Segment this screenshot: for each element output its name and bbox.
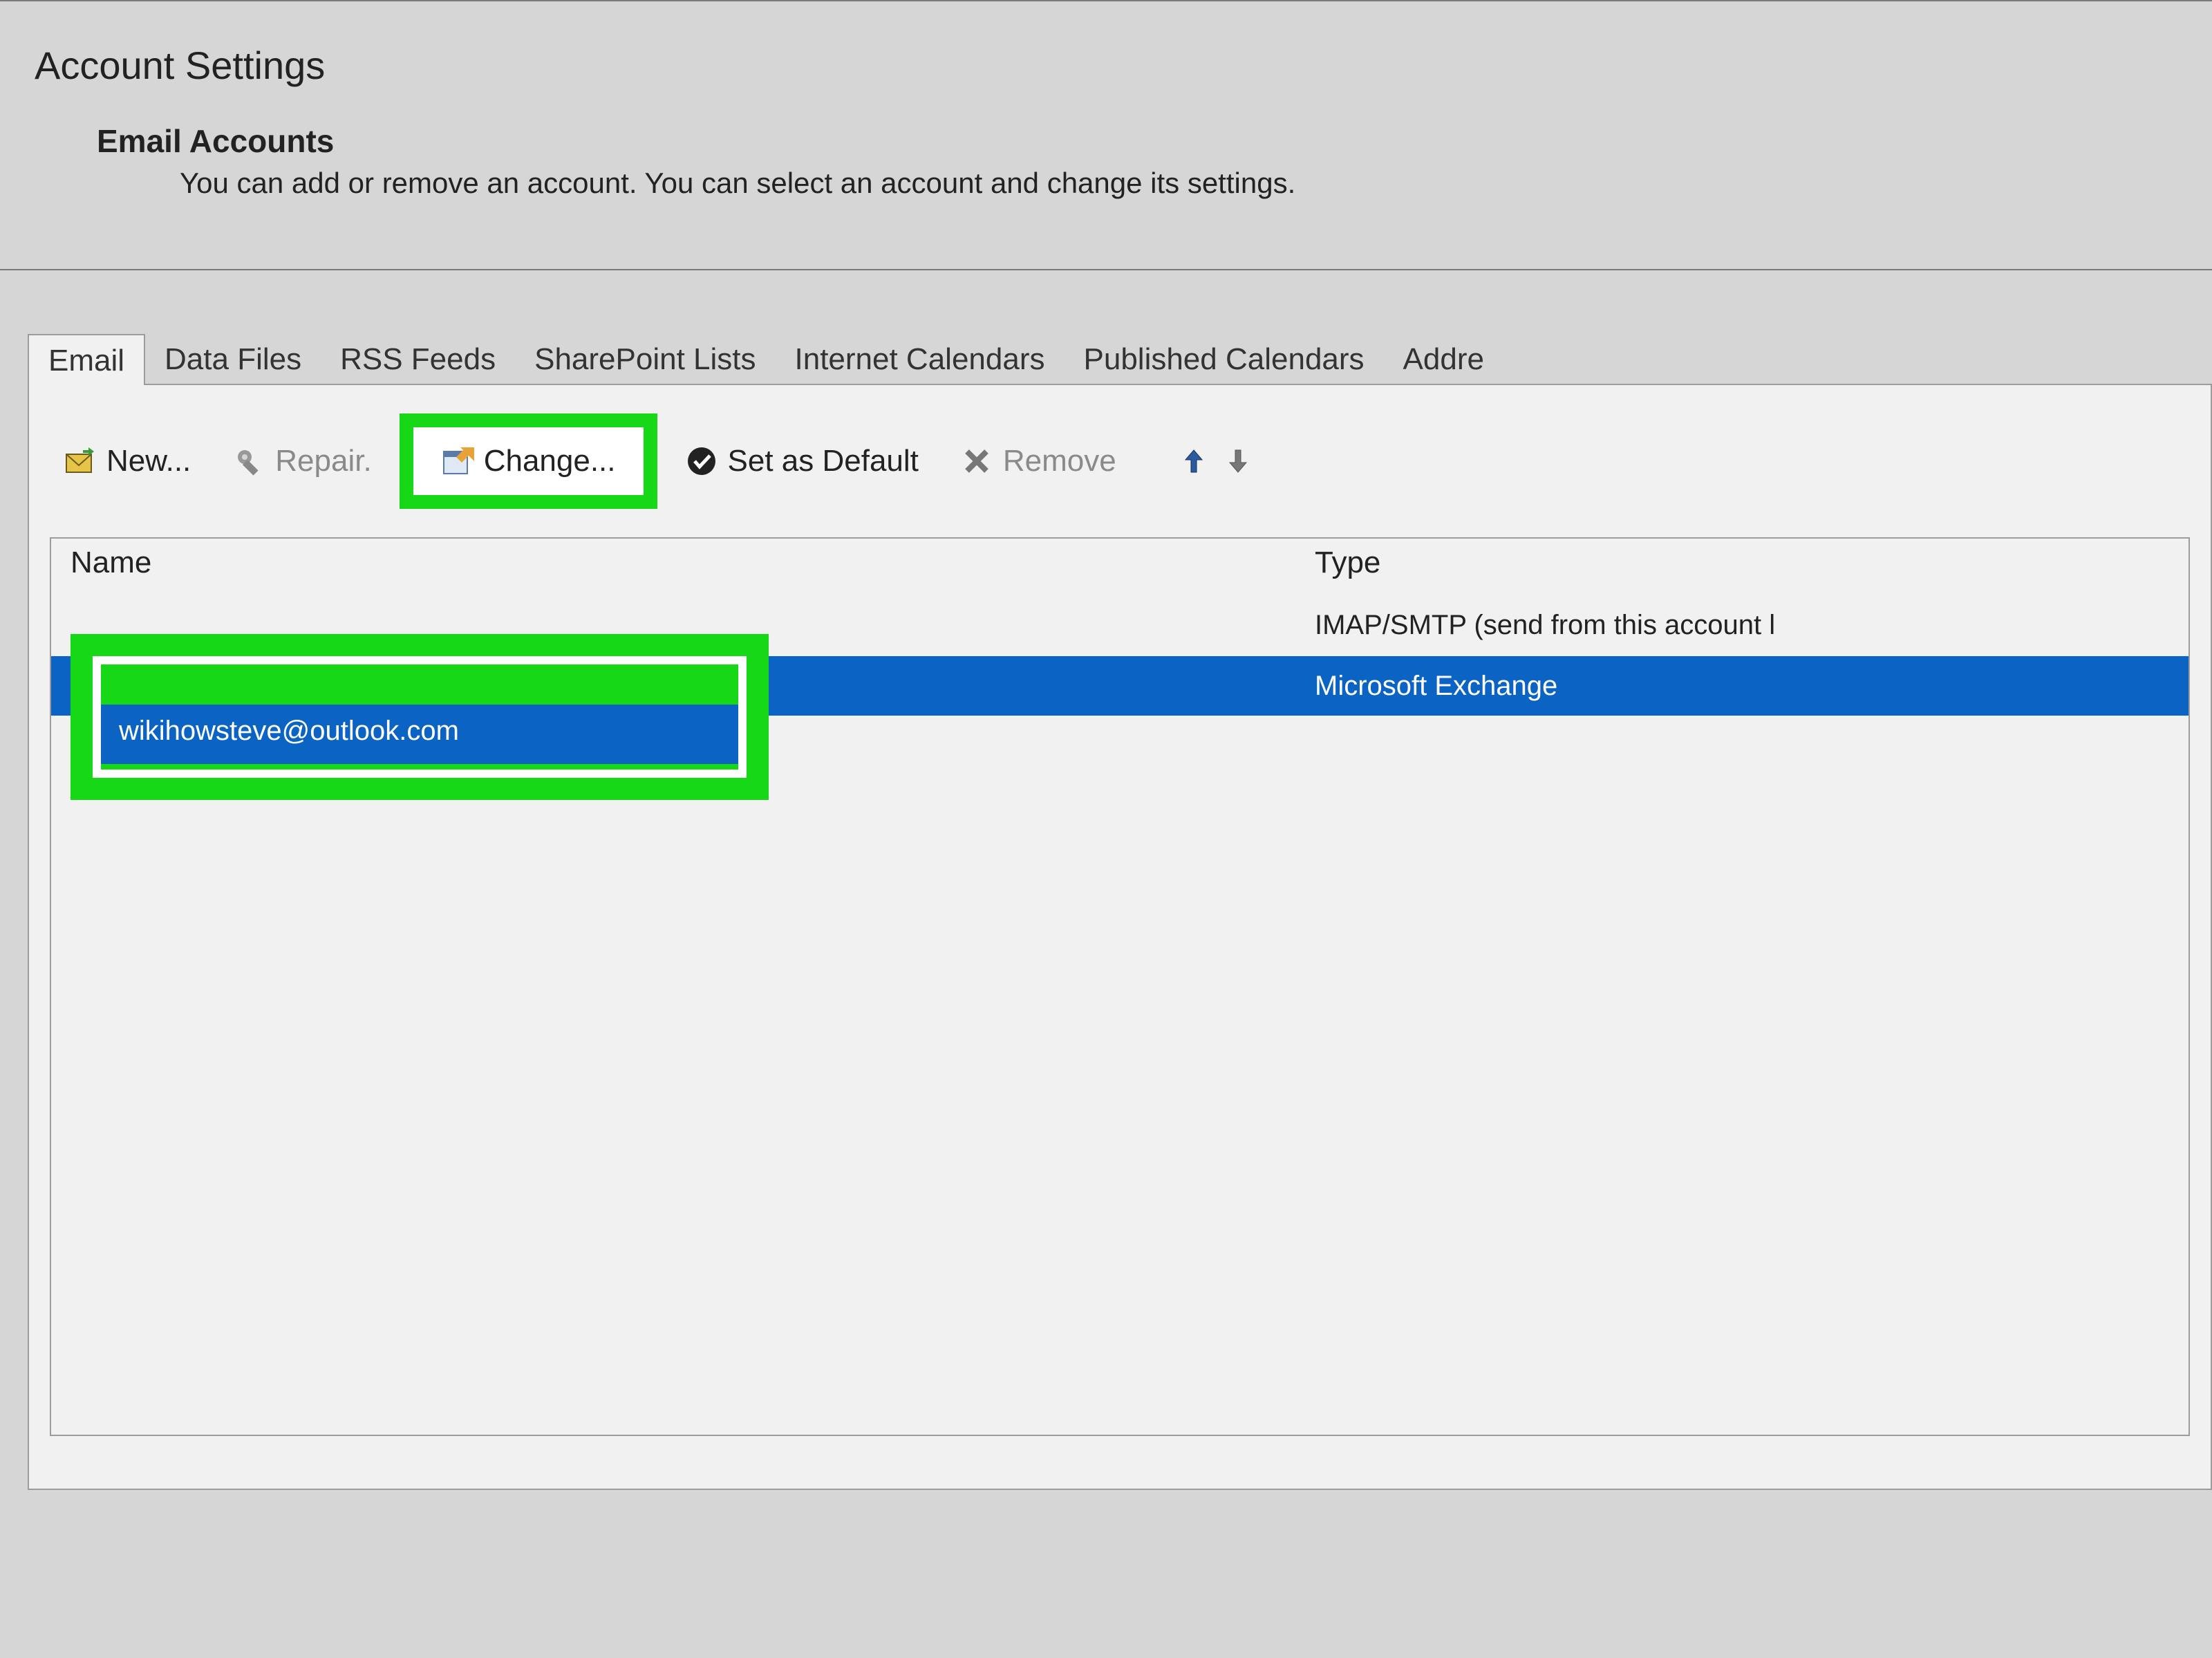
tab-sharepoint-lists[interactable]: SharePoint Lists (515, 334, 775, 384)
tab-published-calendars[interactable]: Published Calendars (1065, 334, 1384, 384)
envelope-new-icon (64, 445, 97, 478)
remove-account-button[interactable]: Remove (946, 430, 1130, 492)
section-description: You can add or remove an account. You ca… (28, 167, 2184, 200)
column-header-type[interactable]: Type (1315, 546, 2188, 587)
set-default-label: Set as Default (728, 444, 919, 478)
dialog-header: Account Settings Email Accounts You can … (0, 0, 2212, 270)
section-subtitle: Email Accounts (28, 122, 2184, 167)
account-type-cell: IMAP/SMTP (send from this account l (1315, 610, 2188, 641)
move-down-button[interactable] (1223, 446, 1253, 476)
change-properties-icon (441, 445, 474, 478)
email-toolbar: New... Repair. (29, 385, 2211, 537)
dialog-title: Account Settings (28, 29, 2184, 122)
tab-strip: Email Data Files RSS Feeds SharePoint Li… (0, 270, 2212, 384)
repair-account-button: Repair. (218, 430, 385, 492)
change-button-highlight: Change... (400, 413, 657, 509)
new-account-button[interactable]: New... (50, 430, 205, 492)
account-row[interactable]: IMAP/SMTP (send from this account l (51, 594, 2188, 656)
move-up-button[interactable] (1179, 446, 1209, 476)
tab-address-books[interactable]: Addre (1384, 334, 1503, 384)
column-header-name[interactable]: Name (71, 546, 1315, 587)
list-header: Name Type (51, 539, 2188, 594)
tab-data-files[interactable]: Data Files (145, 334, 321, 384)
accounts-list: Name Type IMAP/SMTP (send from this acco… (50, 537, 2190, 1436)
tab-rss-feeds[interactable]: RSS Feeds (321, 334, 515, 384)
tab-email[interactable]: Email (28, 334, 145, 385)
wrench-gear-icon (232, 445, 265, 478)
account-type-cell: Microsoft Exchange (1315, 671, 2188, 702)
new-button-label: New... (106, 444, 191, 478)
tab-internet-calendars[interactable]: Internet Calendars (776, 334, 1065, 384)
account-settings-dialog: Account Settings Email Accounts You can … (0, 0, 2212, 1658)
change-button-label: Change... (484, 444, 616, 478)
account-name-text: wikihowsteve@outlook.com (119, 716, 459, 747)
change-account-button[interactable]: Change... (413, 427, 644, 495)
arrow-down-icon (1224, 447, 1252, 475)
delete-x-icon (960, 445, 993, 478)
checkmark-circle-icon (685, 445, 718, 478)
set-default-button[interactable]: Set as Default (671, 430, 932, 492)
repair-button-label: Repair. (275, 444, 371, 478)
arrow-up-icon (1180, 447, 1208, 475)
tab-panel-email: New... Repair. (28, 384, 2212, 1490)
remove-button-label: Remove (1003, 444, 1116, 478)
